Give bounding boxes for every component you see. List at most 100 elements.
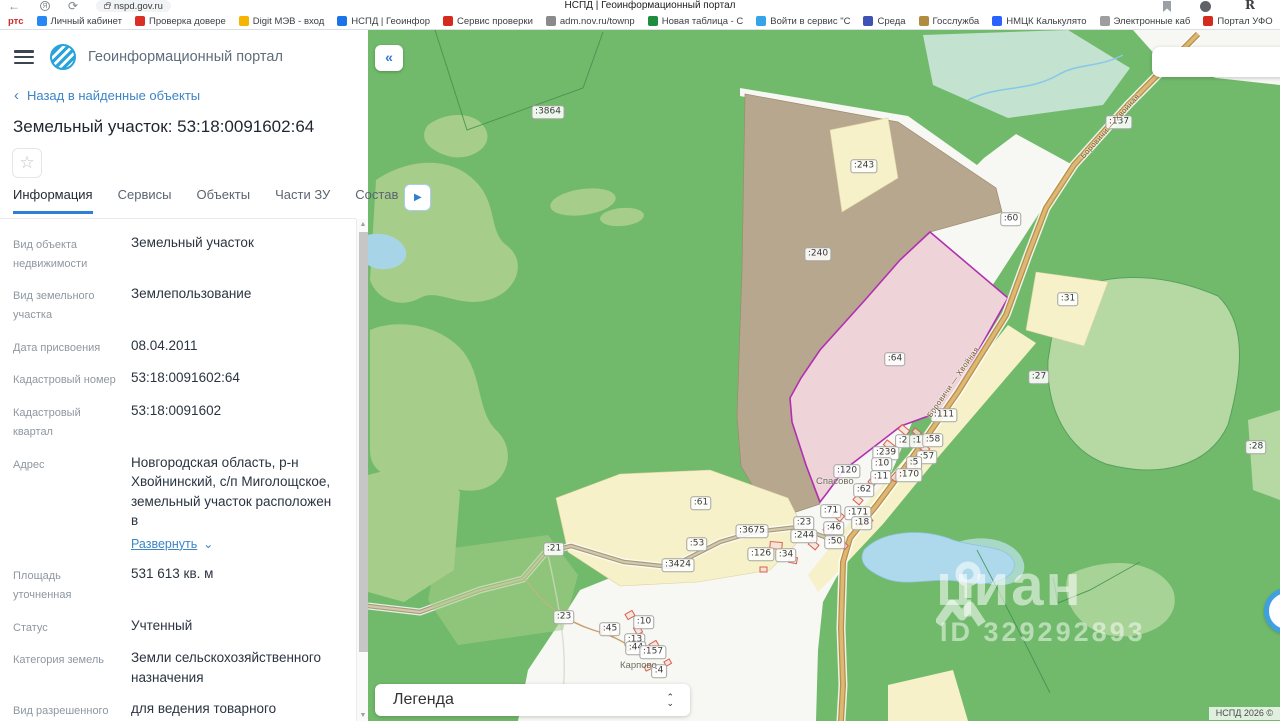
side-panel: Геоинформационный портал ‹ Назад в найде… [0,30,432,721]
refresh-icon[interactable]: ⟳ [68,0,78,13]
field-value: 53:18:0091602:64 [131,370,240,386]
field-label: Статус [13,621,48,634]
bookmark-item[interactable]: Личный кабинет [36,15,122,27]
tab-Сервисы[interactable]: Сервисы [118,187,172,214]
bookmark-label: adm.nov.ru/townp [559,15,635,27]
map-canvas[interactable]: :3864:243:137:60:240:31:64:27:111:28:2:1… [368,30,1280,721]
address-bar[interactable]: nspd.gov.ru [96,0,171,12]
profile-avatar[interactable] [1200,1,1211,12]
url-text: nspd.gov.ru [114,0,163,12]
bookmarks-bar: ртс Личный кабинет Проверка довере Digit МЭ… [0,13,1280,30]
field-row: Вид объекта недвижимости Земельный участо… [0,233,356,273]
expand-link[interactable]: Развернуть [131,537,197,551]
bookmark-item[interactable]: Digit МЭВ - вход [238,15,325,27]
legend-expand-icon[interactable]: ⌃ ⌄ [666,692,674,707]
field-row: Вид земельного участка Землепользование [0,284,356,324]
object-title: Земельный участок: 53:18:0091602:64 [13,117,315,136]
bookmark-label: Проверка довере [148,15,226,27]
back-link-label: Назад в найденные объекты [27,88,201,103]
lock-icon [104,2,111,9]
field-value: 531 613 кв. м [131,566,214,582]
field-row: Кадастровый номер 53:18:0091602:64 [0,368,356,390]
cian-watermark: циан ID 329292893 [936,556,1146,648]
bookmark-item[interactable]: НСПД | Геоинфор [337,16,430,27]
page-title-text: НСПД | Геоинформационный портал [564,0,736,11]
bookmark-label: Digit МЭВ - вход [252,15,325,27]
bookmark-favicon [647,16,658,26]
chevron-down-icon: ⌄ [203,536,214,551]
bookmark-item[interactable]: ртс [8,16,24,27]
bookmark-label: Новая таблица - С [661,15,744,27]
tab-Состав[interactable]: Состав [355,187,398,214]
bookmark-label: Личный кабинет [50,15,122,27]
bookmark-item[interactable]: Госслужба [918,16,979,27]
bookmark-item[interactable]: Новая таблица - С [647,15,744,27]
bookmark-favicon [337,16,348,26]
panel-collapse-button[interactable]: « [375,45,403,71]
browser-home-icon[interactable]: Я [40,1,50,11]
back-icon[interactable]: ← [8,0,20,13]
map-search-box[interactable] [1152,47,1280,77]
field-value: 08.04.2011 [131,337,198,353]
bookmark-item[interactable]: adm.nov.ru/townp [545,15,635,27]
browser-chrome: ← Я ⟳ nspd.gov.ru НСПД | Геоинформационн… [0,0,1280,30]
menu-icon[interactable] [14,50,34,64]
field-row: Дата присвоения 08.04.2011 [0,336,356,358]
bookmark-favicon [134,16,145,26]
bookmark-favicon [918,16,929,26]
field-row: Статус Учтенный [0,616,356,638]
tab-Части ЗУ[interactable]: Части ЗУ [275,187,330,214]
scrollbar-thumb[interactable] [358,232,368,652]
bookmark-label: Сервис проверки [457,15,533,27]
field-row: Кадастровый квартал 53:18:0091602 [0,401,356,441]
favorite-star-button[interactable]: ☆ [12,148,42,178]
back-link[interactable]: ‹ Назад в найденные объекты [14,88,200,103]
bookmark-label: ртс [8,15,24,27]
bookmark-favicon [1099,16,1110,26]
portal-logo-icon [50,44,76,70]
bookmark-item[interactable]: Среда [863,15,906,27]
tabs: Информация Сервисы Объекты Части ЗУ Состав ▶ [0,184,432,219]
field-row: Вид разрешенного использования для ведени… [0,699,356,721]
field-label: Кадастровый номер [13,374,116,387]
bookmark-favicon [992,16,1003,26]
legend-bar[interactable]: Легенда ⌃ ⌄ [375,684,690,716]
tab-Объекты[interactable]: Объекты [196,187,250,214]
field-row: Площадь уточненная 531 613 кв. м [0,564,356,604]
more-tabs-button[interactable]: ▶ [404,184,432,211]
panel-scrollbar[interactable]: ▲ ▼ [356,219,368,721]
cian-pin-icon [936,561,986,627]
bookmark-label: Среда [877,15,906,27]
field-value: 53:18:0091602 [131,403,222,419]
bookmark-favicon [443,16,454,26]
field-value: Землепользование [131,286,252,302]
bookmark-item[interactable]: Портал УФО [1203,16,1273,27]
field-label: Вид объекта недвижимости [13,239,88,270]
village-label-Спасово: Спасово [816,476,854,487]
field-row: Категория земель Земли сельскохозяйственн… [0,648,356,687]
tab-Информация[interactable]: Информация [13,187,93,214]
field-label: Площадь уточненная [13,570,72,601]
bookmark-favicon [863,16,874,26]
field-label: Дата присвоения [13,341,101,354]
tab-row: Информация Сервисы Объекты Части ЗУ Состав [0,187,398,214]
field-value: для ведения товарного сельскохозяйственн… [131,700,277,721]
bookmark-item[interactable]: НМЦК Калькулято [992,16,1087,27]
bookmark-item[interactable]: Проверка довере [134,15,226,27]
bookmark-favicon [756,16,767,26]
bookmark-flag-icon[interactable] [1163,1,1171,12]
bookmark-item[interactable]: Войти в сервис "С [756,16,850,27]
field-row: Адрес Новгородская область, р-н Хвойнинск… [0,453,356,554]
field-list: Вид объекта недвижимости Земельный участо… [0,219,356,721]
field-value: Учтенный [131,617,193,633]
bookmark-favicon [545,16,556,26]
bookmark-favicon [238,16,249,26]
field-value: Земельный участок [131,235,254,250]
field-value: Земли сельскохозяйственного назначения [131,650,322,685]
scroll-down-icon[interactable]: ▼ [357,712,369,719]
browser-r-icon[interactable]: R [1245,0,1255,12]
scroll-up-icon[interactable]: ▲ [357,221,369,228]
map-attribution: НСПД 2026 © [1208,707,1280,720]
bookmark-item[interactable]: Сервис проверки [443,16,533,27]
bookmark-item[interactable]: Электронные каб [1099,16,1190,27]
